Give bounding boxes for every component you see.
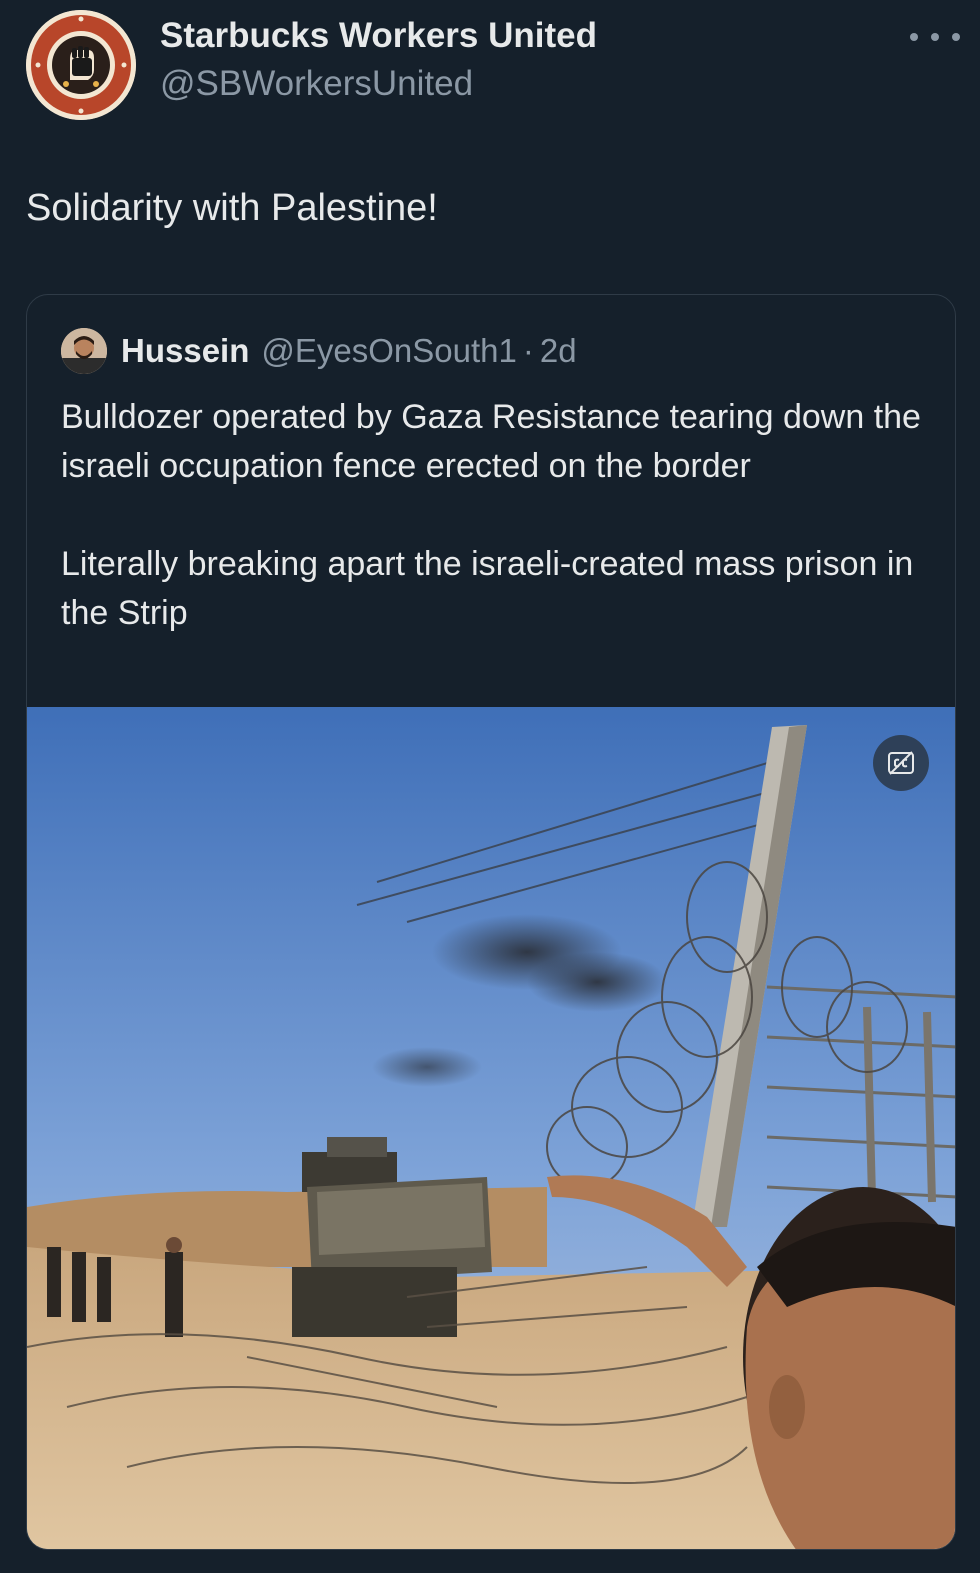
person-avatar-icon <box>61 328 107 374</box>
quoted-author-name[interactable]: Hussein <box>121 332 249 370</box>
more-options-icon[interactable] <box>910 22 960 52</box>
quoted-author-handle[interactable]: @EyesOnSouth1 <box>261 332 516 370</box>
quoted-tweet-header: Hussein @EyesOnSouth1 · 2d <box>61 328 577 374</box>
author-name[interactable]: Starbucks Workers United <box>160 16 597 56</box>
quoted-tweet[interactable]: Hussein @EyesOnSouth1 · 2d Bulldozer ope… <box>26 294 956 1550</box>
quoted-author-avatar[interactable] <box>61 328 107 374</box>
video-media[interactable] <box>27 707 955 1549</box>
separator-dot: · <box>522 332 534 369</box>
author-handle[interactable]: @SBWorkersUnited <box>160 64 473 104</box>
union-logo-icon <box>26 10 136 120</box>
closed-captions-icon[interactable] <box>873 735 929 791</box>
quoted-paragraph: Bulldozer operated by Gaza Resistance te… <box>61 398 921 485</box>
author-avatar[interactable] <box>26 10 136 120</box>
quoted-post-time[interactable]: 2d <box>540 332 577 370</box>
quoted-tweet-text: Bulldozer operated by Gaza Resistance te… <box>61 393 921 638</box>
video-frame <box>27 707 955 1549</box>
captions-glyph-icon <box>888 751 914 775</box>
post-text: Solidarity with Palestine! <box>26 187 438 229</box>
tweet: Starbucks Workers United @SBWorkersUnite… <box>0 0 980 1573</box>
quoted-paragraph: Literally breaking apart the israeli-cre… <box>61 545 914 632</box>
